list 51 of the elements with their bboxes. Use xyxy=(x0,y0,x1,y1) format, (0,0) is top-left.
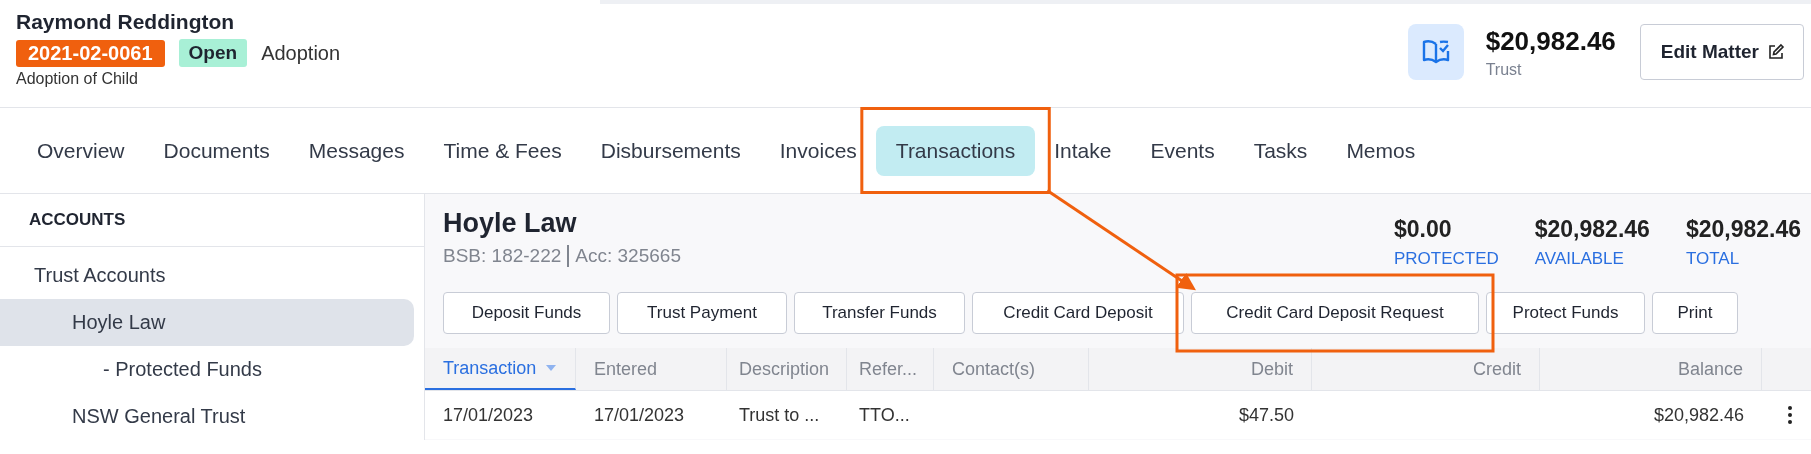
account-item[interactable]: NSW General Trust xyxy=(0,393,414,440)
table-cell: 17/01/2023 xyxy=(594,404,685,426)
total-amount: $20,982.46 xyxy=(1685,216,1801,243)
action-button[interactable]: Credit Card Deposit xyxy=(972,292,1184,334)
client-name: Raymond Reddington xyxy=(16,10,236,34)
total-amount: $0.00 xyxy=(1393,216,1453,243)
total-label: PROTECTED xyxy=(1393,249,1499,269)
tab[interactable]: Overview xyxy=(17,125,145,176)
account-name: Hoyle Law xyxy=(443,208,578,239)
matter-description: Adoption of Child xyxy=(16,70,139,88)
total-label: TOTAL xyxy=(1685,249,1741,269)
tab[interactable]: Memos xyxy=(1326,125,1436,176)
account-number: Acc: 325665 xyxy=(575,245,681,267)
tab[interactable]: Documents xyxy=(143,125,290,176)
table-cell: $47.50 xyxy=(1238,404,1294,426)
account-item[interactable]: - Protected Funds xyxy=(0,346,414,393)
more-options-icon[interactable] xyxy=(1788,406,1792,424)
tab[interactable]: Messages xyxy=(288,125,425,176)
trust-amount: $20,982.46 xyxy=(1485,25,1616,57)
account-item[interactable]: Trust Accounts xyxy=(0,252,414,299)
trust-label: Trust xyxy=(1485,60,1523,79)
sidebar-heading: ACCOUNTS xyxy=(0,194,424,247)
table-cell: Trust to ... xyxy=(739,404,820,426)
tab[interactable]: Invoices xyxy=(759,125,877,176)
account-item[interactable]: Hoyle Law xyxy=(0,299,414,346)
table-cell: 17/01/2023 xyxy=(443,404,534,426)
tab[interactable]: Tasks xyxy=(1233,125,1328,176)
tab[interactable]: Intake xyxy=(1034,125,1132,176)
total-label: AVAILABLE xyxy=(1534,249,1625,269)
status-badge: Open xyxy=(178,39,248,67)
column-header[interactable]: Transaction xyxy=(425,348,576,390)
table-cell: TTO... xyxy=(859,404,910,426)
edit-icon xyxy=(1767,43,1785,61)
total-amount: $20,982.46 xyxy=(1534,216,1650,243)
book-check-icon xyxy=(1407,24,1464,80)
action-button[interactable]: Trust Payment xyxy=(617,292,787,334)
table-cell: $20,982.46 xyxy=(1653,404,1744,426)
matter-number-badge: 2021-02-0061 xyxy=(16,39,165,67)
action-button[interactable]: Deposit Funds xyxy=(443,292,610,334)
action-button[interactable]: Print xyxy=(1652,292,1738,334)
bsb-number: BSB: 182-222 xyxy=(443,245,562,267)
tab[interactable]: Time & Fees xyxy=(423,125,582,176)
action-button[interactable]: Credit Card Deposit Request xyxy=(1191,292,1479,334)
tab[interactable]: Disbursements xyxy=(580,125,761,176)
edit-matter-button[interactable]: Edit Matter xyxy=(1639,24,1804,80)
tab[interactable]: Transactions xyxy=(875,125,1036,176)
action-button[interactable]: Transfer Funds xyxy=(794,292,965,334)
action-button[interactable]: Protect Funds xyxy=(1486,292,1645,334)
sort-caret-icon xyxy=(546,365,557,371)
matter-type: Adoption xyxy=(261,41,341,65)
tab[interactable]: Events xyxy=(1130,125,1235,176)
